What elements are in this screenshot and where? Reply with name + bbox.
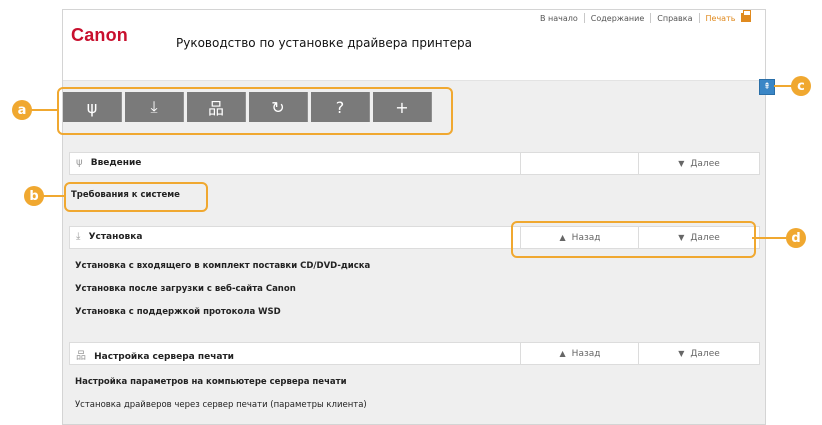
network-icon: 品 [76,351,86,362]
callout-d-box [511,221,756,258]
section-title[interactable]: Введение [91,158,142,168]
callout-b-line [42,195,66,197]
arrow-up-icon: ⇞ [763,82,771,92]
canon-logo: Canon [71,25,128,45]
prev-cell-empty [520,153,639,174]
download-icon: ⤓ [76,231,81,242]
callout-b-badge: b [24,186,44,206]
callout-a-line [29,109,59,111]
callout-b-box [64,182,208,212]
list-item[interactable]: Установка драйверов через сервер печати … [75,400,367,410]
next-button[interactable]: ▼ Далее [638,153,759,174]
back-to-top-button[interactable]: ⇞ [759,79,775,95]
manual-page: В начало Содержание Справка Печать Canon… [62,9,775,425]
triangle-up-icon: ▲ [559,349,566,358]
list-item[interactable]: Установка после загрузки с веб-сайта Can… [75,284,296,294]
list-item[interactable]: Установка с поддержкой протокола WSD [75,307,281,317]
section-introduction: ψ Введение ▼ Далее [69,152,760,175]
next-button[interactable]: ▼ Далее [638,343,759,364]
prev-button[interactable]: ▲ Назад [520,343,639,364]
print-link[interactable]: Печать [700,10,758,23]
list-item[interactable]: Настройка параметров на компьютере серве… [75,377,347,387]
triangle-down-icon: ▼ [678,349,685,358]
page-title: Руководство по установке драйвера принте… [176,36,472,50]
list-item[interactable]: Установка с входящего в комплект поставк… [75,261,370,271]
section-title[interactable]: Установка [89,232,143,242]
callout-c-badge: c [791,76,811,96]
link-contents[interactable]: Содержание [585,14,650,23]
link-home[interactable]: В начало [534,14,584,23]
sprout-icon: ψ [76,157,83,168]
callout-a-badge: a [12,100,32,120]
top-links: В начало Содержание Справка Печать [534,10,758,23]
header: В начало Содержание Справка Печать Canon… [63,10,765,81]
print-label: Печать [705,14,736,23]
callout-d-line [752,237,788,239]
link-help[interactable]: Справка [651,14,698,23]
callout-d-badge: d [786,228,806,248]
triangle-down-icon: ▼ [678,159,685,168]
printer-icon [741,10,751,22]
section-print-server: 品 Настройка сервера печати ▲ Назад ▼ Дал… [69,342,760,365]
section-title[interactable]: Настройка сервера печати [94,352,234,362]
callout-a-box [57,87,453,135]
